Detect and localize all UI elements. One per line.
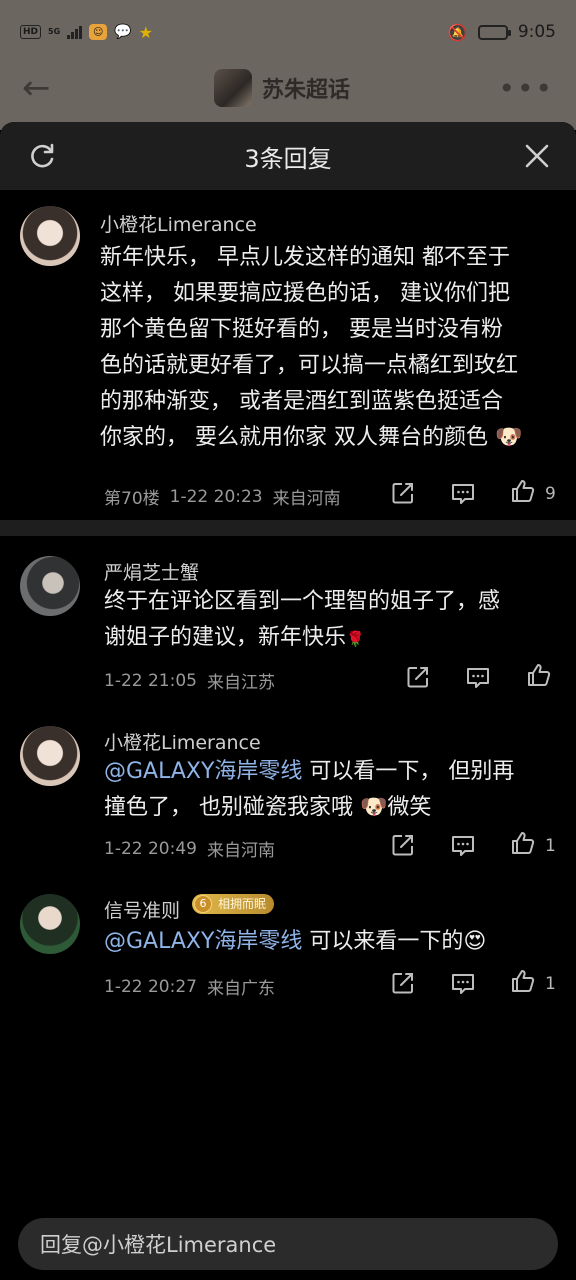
clock: 9:05 — [517, 22, 556, 42]
app-notification-icon: ☺ — [89, 24, 108, 40]
back-arrow-icon[interactable]: ← — [22, 71, 62, 105]
topic-header[interactable]: 苏朱超话 — [214, 69, 350, 107]
comment-icon[interactable] — [465, 664, 491, 690]
like-count: 9 — [545, 484, 556, 504]
comment-icon[interactable] — [450, 832, 476, 858]
wechat-icon: 💬 — [114, 24, 132, 40]
rose-emoji-icon: 🌹 — [346, 630, 365, 648]
like-icon[interactable] — [526, 662, 552, 688]
reply-text: 终于在评论区看到一个理智的姐子了，感 谢姐子的建议，新年快乐🌹 — [104, 589, 501, 650]
reply-sheet: 3条回复 小橙花Limerance 新年快乐， 早点儿发这样的通知 都不至于 这… — [0, 122, 576, 1280]
reply-text: @GALAXY海岸零线 可以看一下， 但别再 撞色了， 也别碰瓷我家哦 🐶微笑 — [104, 759, 515, 820]
close-icon[interactable] — [524, 143, 550, 169]
comment-time: 1-22 20:23 — [169, 486, 263, 507]
topic-avatar — [214, 69, 252, 107]
like-count: 1 — [545, 836, 556, 856]
mention-link[interactable]: @GALAXY海岸零线 — [104, 759, 302, 784]
reply-placeholder: 回复@小橙花Limerance — [40, 1233, 277, 1257]
reply-time: 1-22 21:05 — [104, 670, 197, 691]
reply-username[interactable]: 小橙花Limerance — [104, 728, 261, 755]
battery-icon — [477, 24, 511, 40]
reply-meta: 1-22 20:27 来自广东 — [104, 974, 275, 1000]
star-icon: ★ — [138, 22, 153, 42]
like-count: 1 — [545, 974, 556, 994]
avatar[interactable] — [20, 206, 80, 266]
reply-meta: 1-22 20:49 来自河南 — [104, 836, 275, 862]
sheet-title: 3条回复 — [244, 144, 332, 173]
section-divider — [0, 520, 576, 536]
avatar[interactable] — [20, 556, 80, 616]
comment-text: 新年快乐， 早点儿发这样的通知 都不至于 这样， 如果要搞应援色的话， 建议你们… — [100, 245, 523, 450]
top-bar: ← 苏朱超话 ••• — [0, 60, 576, 116]
reply-input[interactable]: 回复@小橙花Limerance — [18, 1218, 558, 1270]
heart-eyes-emoji-icon: 😍 — [463, 929, 487, 954]
doge-emoji-icon: 🐶 — [360, 795, 388, 820]
badge-level: 6 — [194, 895, 212, 913]
reply-text: @GALAXY海岸零线 可以来看一下的😍 — [104, 929, 487, 954]
share-icon[interactable] — [405, 664, 431, 690]
mention-link[interactable]: @GALAXY海岸零线 — [104, 929, 302, 954]
reply-time: 1-22 20:27 — [104, 976, 197, 997]
reply-time: 1-22 20:49 — [104, 838, 197, 859]
sheet-header: 3条回复 — [0, 122, 576, 190]
comment-meta: 第70楼 1-22 20:23 来自河南 — [104, 484, 341, 510]
network-type: 5G — [48, 27, 61, 36]
floor-number: 第70楼 — [104, 489, 160, 509]
mute-bell-icon: 🔕 — [447, 22, 468, 42]
share-icon[interactable] — [390, 480, 416, 506]
share-icon[interactable] — [390, 970, 416, 996]
reply-username[interactable]: 严焆芝士蟹 — [104, 558, 199, 585]
doge-emoji-icon: 🐶 — [495, 425, 523, 450]
status-bar: HD 5G ☺ 💬 ★ 🔕 9:05 — [0, 14, 576, 50]
reply-meta: 1-22 21:05 来自江苏 — [104, 668, 275, 694]
hd-icon: HD — [20, 25, 42, 39]
badge-text: 相拥而眠 — [218, 897, 267, 911]
reply-location: 来自广东 — [206, 979, 275, 999]
more-options-icon[interactable]: ••• — [498, 72, 554, 105]
reply-location: 来自江苏 — [206, 673, 275, 693]
signal-icon — [67, 25, 83, 39]
comment-icon[interactable] — [450, 970, 476, 996]
comment-icon[interactable] — [450, 480, 476, 506]
main-comment: 小橙花Limerance 新年快乐， 早点儿发这样的通知 都不至于 这样， 如果… — [0, 190, 576, 520]
comment-location: 来自河南 — [272, 489, 341, 509]
reply-location: 来自河南 — [206, 841, 275, 861]
share-icon[interactable] — [390, 832, 416, 858]
refresh-icon[interactable] — [28, 142, 56, 170]
fan-level-badge: 6 相拥而眠 — [192, 894, 275, 914]
like-icon[interactable] — [510, 478, 536, 504]
avatar[interactable] — [20, 726, 80, 786]
background-page: HD 5G ☺ 💬 ★ 🔕 9:05 ← 苏朱超话 ••• — [0, 0, 576, 130]
like-icon[interactable] — [510, 830, 536, 856]
reply-username[interactable]: 信号准则 — [104, 896, 180, 923]
avatar[interactable] — [20, 894, 80, 954]
like-icon[interactable] — [510, 968, 536, 994]
comment-username[interactable]: 小橙花Limerance — [100, 210, 257, 237]
topic-title: 苏朱超话 — [262, 78, 351, 103]
